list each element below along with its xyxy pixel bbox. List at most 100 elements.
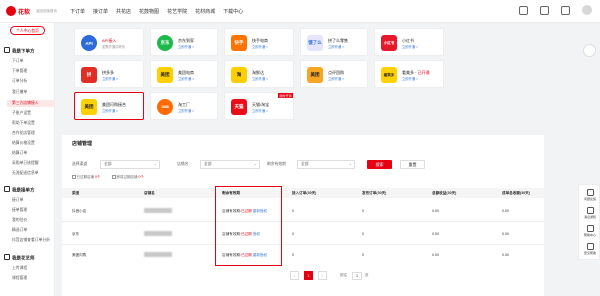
- tmall-logo-icon: 天猫: [231, 99, 247, 115]
- activate-link[interactable]: 立即开通 >: [402, 76, 418, 81]
- suggestion-button[interactable]: 意见帮助: [581, 243, 599, 255]
- table-cell: 0.00: [432, 253, 439, 257]
- sidebar-item[interactable]: 接单管理: [12, 208, 27, 213]
- home-icon[interactable]: [519, 5, 528, 15]
- nav-item-flower-map[interactable]: 花鼓物图: [139, 8, 159, 15]
- platform-card-meituan-ecom[interactable]: 美团 美团电商 立即开通 >: [150, 60, 218, 88]
- platform-card-pinduoduo[interactable]: 拼 拼多多 立即开通 >: [74, 60, 144, 88]
- notifications-button[interactable]: 消息通知: [581, 207, 599, 219]
- shop-icon[interactable]: [540, 5, 549, 15]
- brand-name[interactable]: 花软: [18, 7, 30, 16]
- sidebar-group-orderer[interactable]: 我是下单方: [4, 47, 35, 55]
- platform-card-xiaohongshu[interactable]: 小红书 小红书 立即开通 >: [374, 28, 444, 56]
- activate-link[interactable]: 立即开通 >: [102, 76, 118, 81]
- expired-shops-checkbox[interactable]: 已过期店铺 0个: [72, 175, 100, 180]
- bell-icon[interactable]: [561, 5, 570, 15]
- sidebar-item[interactable]: 采购单已核提醒: [12, 161, 39, 166]
- platform-card-taogongchang[interactable]: 1688 淘工厂 立即开通 >: [150, 92, 218, 120]
- help-center-button[interactable]: 帮助中心: [581, 225, 599, 237]
- sidebar-item[interactable]: 接订单: [12, 198, 23, 203]
- sidebar: 个人中心首页 我是下单方 下订单 下单管理 订单分析 我已撤单 第三方店铺接入 …: [0, 23, 55, 296]
- main-nav: 下订单 接订单 共花店 花鼓物图 花艺学院 花材商城 下载中心: [70, 8, 243, 15]
- activate-link[interactable]: 立即开通 >: [402, 44, 418, 49]
- expiry-filter-label: 剩余有效期: [267, 162, 286, 166]
- sidebar-item[interactable]: 课程管理: [12, 276, 27, 281]
- platform-card-dianping[interactable]: 美团 点评团购 立即开通 >: [300, 60, 368, 88]
- expiring-shops-checkbox[interactable]: 即将过期店铺 0个: [112, 175, 144, 180]
- feedback-button[interactable]: 问题反馈: [581, 189, 599, 201]
- sidebar-item[interactable]: 合作花店管理: [12, 131, 35, 136]
- activate-link[interactable]: 立即开通 >: [252, 44, 268, 49]
- next-page-button[interactable]: ›: [318, 271, 327, 280]
- nav-item-shared-shops[interactable]: 共花店: [116, 8, 131, 15]
- prev-page-button[interactable]: ‹: [290, 271, 299, 280]
- activate-link[interactable]: 立即开通 >: [102, 108, 118, 113]
- search-button[interactable]: 搜索: [367, 160, 392, 169]
- sidebar-item[interactable]: 子账户设置: [12, 111, 31, 116]
- activate-link[interactable]: 立即开通 >: [328, 76, 344, 81]
- activate-link[interactable]: 立即开通 >: [178, 76, 194, 81]
- activate-link[interactable]: 立即开通 >: [252, 108, 268, 113]
- sidebar-item[interactable]: 上传课程: [12, 266, 27, 271]
- nav-item-place-order[interactable]: 下订单: [70, 8, 85, 15]
- platform-card-jddj[interactable]: 京东 京东到家 立即开通 >: [150, 28, 218, 56]
- platform-card-meituan-flash-selected[interactable]: 美团 美团闪购接合 立即开通 >: [74, 92, 144, 120]
- table-cell: 0.00: [432, 232, 439, 236]
- expiry-select[interactable]: 全部: [297, 160, 355, 169]
- column-header: 接入订单(30天): [292, 191, 317, 195]
- table-cell: 0: [292, 232, 294, 236]
- column-header: 总额收益(30天): [432, 191, 457, 195]
- nav-item-receive-order[interactable]: 接订单: [93, 8, 108, 15]
- goto-unit: 页: [365, 273, 369, 277]
- back-to-old-link[interactable]: 返回旧版首页: [36, 9, 57, 14]
- checkbox-icon[interactable]: [72, 175, 76, 179]
- activate-link[interactable]: 立即开通 >: [252, 76, 268, 81]
- scroll-top-button[interactable]: [583, 44, 596, 57]
- sidebar-item[interactable]: 下订单: [12, 59, 23, 64]
- platform-card-taoxianda[interactable]: 淘 淘鲜达 立即开通 >: [224, 60, 294, 88]
- avatar[interactable]: [582, 5, 592, 15]
- personal-center-button[interactable]: 个人中心首页: [10, 26, 45, 35]
- sidebar-group-receiver[interactable]: 我是接单方: [4, 186, 35, 194]
- store-select[interactable]: 全部: [200, 160, 260, 169]
- sidebar-item[interactable]: 订单分析: [12, 79, 27, 84]
- table-cell: 0.00: [502, 232, 509, 236]
- goto-page-input[interactable]: 1: [352, 272, 362, 280]
- sidebar-item[interactable]: 下单管理: [12, 69, 27, 74]
- platform-card-api[interactable]: API API接入 如需开通请联系: [74, 28, 144, 56]
- sidebar-item[interactable]: 抖音店铺查看订单分析: [12, 238, 50, 243]
- activate-link[interactable]: 立即开通 >: [328, 44, 344, 49]
- sidebar-item[interactable]: 我的估价: [12, 218, 27, 223]
- page-number-current[interactable]: 1: [304, 271, 313, 280]
- top-right-icons: [519, 5, 592, 15]
- channel-filter-label: 选择渠道: [72, 162, 88, 166]
- activate-link[interactable]: 立即开通 >: [178, 108, 194, 113]
- activate-link[interactable]: 立即开通 >: [178, 44, 194, 49]
- sidebar-item-third-party-active[interactable]: 第三方店铺接入: [7, 100, 55, 107]
- sidebar-item[interactable]: 精选订单: [12, 228, 27, 233]
- checkbox-icon[interactable]: [112, 175, 116, 179]
- platform-card-kuaishou[interactable]: 快手 快手电商 立即开通 >: [224, 28, 294, 56]
- table-cell: 0: [292, 253, 294, 257]
- table-cell: 0: [362, 209, 364, 213]
- reset-button[interactable]: 重置: [400, 160, 425, 169]
- top-navigation-bar: 花软 返回旧版首页 下订单 接订单 共花店 花鼓物图 花艺学院 花材商城 下载中…: [0, 0, 600, 23]
- nav-item-academy[interactable]: 花艺学院: [167, 8, 187, 15]
- sidebar-item[interactable]: 无流配送信息单: [12, 171, 39, 176]
- sidebar-item[interactable]: 我已撤单: [12, 90, 27, 95]
- dianping-logo-icon: 美团: [307, 67, 323, 83]
- pinduoduo-logo-icon: 拼: [81, 67, 97, 83]
- sidebar-group-florist[interactable]: 我是花艺师: [4, 254, 35, 262]
- channel-select[interactable]: 全部: [100, 160, 160, 169]
- sidebar-item[interactable]: 结算价格设置: [12, 141, 35, 146]
- taoxianda-logo-icon: 淘: [231, 67, 247, 83]
- sidebar-item[interactable]: 结算订单: [12, 151, 27, 156]
- platform-card-eleme[interactable]: 饿了么 拼了么零售 立即开通 >: [300, 28, 368, 56]
- meituan-logo-icon: 美团: [157, 67, 173, 83]
- nav-item-download[interactable]: 下载中心: [223, 8, 243, 15]
- platform-card-kanmeiduo[interactable]: 看美多 看美多 · 已开通 立即开通 >: [374, 60, 444, 88]
- nav-item-mall[interactable]: 花材商城: [195, 8, 215, 15]
- platform-card-tmall[interactable]: 限时开通 天猫 天猫/淘宝 立即开通 >: [224, 92, 294, 120]
- sidebar-item[interactable]: 帮助下单设置: [12, 121, 35, 126]
- brand-logo[interactable]: [6, 6, 16, 16]
